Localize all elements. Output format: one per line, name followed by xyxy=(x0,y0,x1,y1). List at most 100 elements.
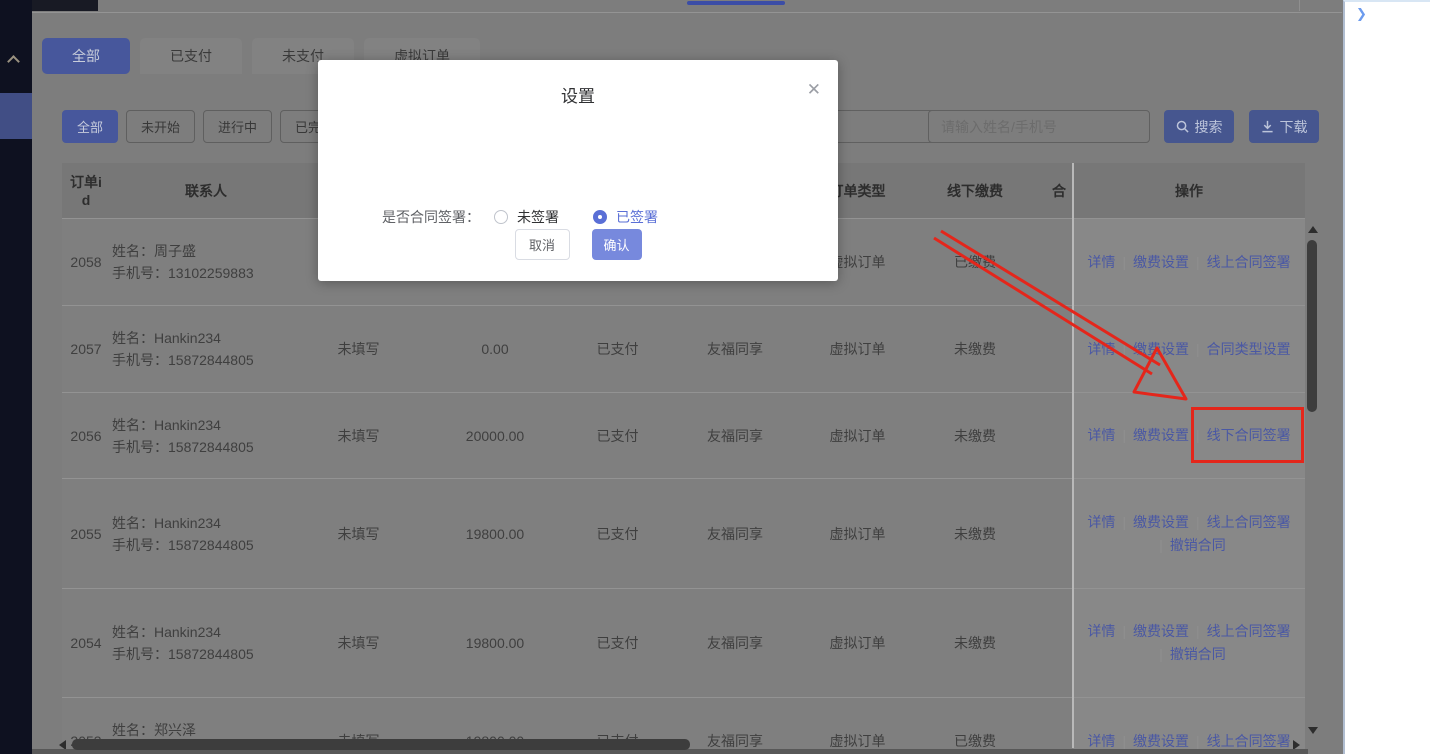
cell-contract xyxy=(1045,219,1073,305)
order-tab-0[interactable]: 全部 xyxy=(42,38,130,74)
search-button-label: 搜索 xyxy=(1195,117,1223,137)
action-separator: | xyxy=(1196,427,1200,443)
cell-source: 友福同享 xyxy=(660,306,810,392)
vertical-scrollbar-thumb[interactable] xyxy=(1307,240,1317,412)
sidebar-active-item[interactable] xyxy=(0,93,32,139)
table-row-2055: 2055姓名：Hankin234手机号：15872844805未填写19800.… xyxy=(62,478,1305,588)
cell-actions: 详情|缴费设置|线上合同签署 xyxy=(1073,219,1305,305)
download-button[interactable]: 下载 xyxy=(1249,110,1319,143)
cell-filled: 未填写 xyxy=(302,306,415,392)
action-separator: | xyxy=(1196,623,1200,639)
cell-source: 友福同享 xyxy=(660,589,810,697)
download-icon xyxy=(1261,120,1274,133)
table-body: 2058姓名：周子盛手机号：13102259883虚拟订单已缴费详情|缴费设置|… xyxy=(62,218,1305,754)
action-separator: | xyxy=(1159,646,1163,662)
cell-amount: 19800.00 xyxy=(415,589,575,697)
action-link-缴费设置[interactable]: 缴费设置 xyxy=(1133,341,1189,357)
action-link-合同类型设置[interactable]: 合同类型设置 xyxy=(1207,341,1291,357)
action-link-详情[interactable]: 详情 xyxy=(1087,514,1115,530)
app-window: 全部已支付未支付虚拟订单 全部未开始进行中已完成 搜索 下载 订单id联系人订单… xyxy=(0,0,1430,754)
cell-pay_status: 已支付 xyxy=(575,393,660,478)
action-link-详情[interactable]: 详情 xyxy=(1087,733,1115,749)
cell-offline_pay: 未缴费 xyxy=(905,479,1045,588)
action-link-线上合同签署[interactable]: 线上合同签署 xyxy=(1207,733,1291,749)
action-link-详情[interactable]: 详情 xyxy=(1087,341,1115,357)
status-filter-2[interactable]: 进行中 xyxy=(203,110,272,143)
close-icon[interactable]: ✕ xyxy=(807,81,821,98)
action-link-详情[interactable]: 详情 xyxy=(1087,254,1115,270)
cancel-button[interactable]: 取消 xyxy=(515,229,570,260)
cell-order-id: 2057 xyxy=(62,306,110,392)
cell-source: 友福同享 xyxy=(660,479,810,588)
cell-source: 友福同享 xyxy=(660,393,810,478)
action-separator: | xyxy=(1122,427,1126,443)
radio-circle-icon xyxy=(593,210,607,224)
column-header-7: 线下缴费 xyxy=(905,163,1045,218)
cell-order_type: 虚拟订单 xyxy=(810,306,905,392)
cell-order-id: 2054 xyxy=(62,589,110,697)
action-link-缴费设置[interactable]: 缴费设置 xyxy=(1133,623,1189,639)
cell-order_type: 虚拟订单 xyxy=(810,393,905,478)
cell-offline_pay: 未缴费 xyxy=(905,393,1045,478)
cell-offline_pay: 已缴费 xyxy=(905,219,1045,305)
radio-option-1[interactable]: 已签署 xyxy=(593,207,658,227)
action-separator: | xyxy=(1196,341,1200,357)
sidebar xyxy=(0,0,32,754)
action-separator: | xyxy=(1122,623,1126,639)
horizontal-scrollbar-thumb[interactable] xyxy=(72,739,690,750)
table-row-2054: 2054姓名：Hankin234手机号：15872844805未填写19800.… xyxy=(62,588,1305,697)
cell-order-id: 2058 xyxy=(62,219,110,305)
search-input[interactable] xyxy=(928,110,1150,143)
radio-label: 已签署 xyxy=(616,207,658,227)
collapse-chevron-up-icon[interactable] xyxy=(7,55,20,68)
action-link-缴费设置[interactable]: 缴费设置 xyxy=(1133,514,1189,530)
search-icon xyxy=(1176,120,1189,133)
settings-modal: 设置 ✕ 是否合同签署： 未签署已签署 取消 确认 xyxy=(318,60,838,281)
confirm-button[interactable]: 确认 xyxy=(592,229,642,260)
cell-order_type: 虚拟订单 xyxy=(810,479,905,588)
radio-option-0[interactable]: 未签署 xyxy=(494,207,559,227)
vertical-scroll-up-arrow[interactable] xyxy=(1308,226,1318,233)
cell-order_type: 虚拟订单 xyxy=(810,589,905,697)
order-tab-1[interactable]: 已支付 xyxy=(140,38,242,74)
cell-contract xyxy=(1045,393,1073,478)
download-button-label: 下载 xyxy=(1280,117,1308,137)
top-dark-corner xyxy=(32,0,98,11)
action-separator: | xyxy=(1196,733,1200,749)
action-link-线上合同签署[interactable]: 线上合同签署 xyxy=(1207,623,1291,639)
action-link-撤销合同[interactable]: 撤销合同 xyxy=(1170,646,1226,662)
action-link-撤销合同[interactable]: 撤销合同 xyxy=(1170,537,1226,553)
action-separator: | xyxy=(1122,733,1126,749)
cell-order_type: 虚拟订单 xyxy=(810,698,905,754)
active-tab-underline xyxy=(687,1,785,5)
vertical-scroll-down-arrow[interactable] xyxy=(1308,727,1318,734)
action-separator: | xyxy=(1196,254,1200,270)
cell-contact: 姓名：周子盛手机号：13102259883 xyxy=(110,219,302,305)
action-link-详情[interactable]: 详情 xyxy=(1087,427,1115,443)
action-link-线上合同签署[interactable]: 线上合同签署 xyxy=(1207,514,1291,530)
cell-contract xyxy=(1045,479,1073,588)
cell-contact: 姓名：Hankin234手机号：15872844805 xyxy=(110,393,302,478)
action-link-缴费设置[interactable]: 缴费设置 xyxy=(1133,254,1189,270)
column-header-1: 联系人 xyxy=(110,163,302,218)
cell-contact: 姓名：Hankin234手机号：15872844805 xyxy=(110,306,302,392)
action-link-缴费设置[interactable]: 缴费设置 xyxy=(1133,733,1189,749)
chevron-right-icon[interactable]: ❯ xyxy=(1356,6,1367,22)
cell-pay_status: 已支付 xyxy=(575,589,660,697)
status-filter-0[interactable]: 全部 xyxy=(62,110,118,143)
action-link-线上合同签署[interactable]: 线上合同签署 xyxy=(1207,254,1291,270)
cell-contract xyxy=(1045,306,1073,392)
action-link-缴费设置[interactable]: 缴费设置 xyxy=(1133,427,1189,443)
cell-contact: 姓名：Hankin234手机号：15872844805 xyxy=(110,589,302,697)
search-button[interactable]: 搜索 xyxy=(1164,110,1234,143)
cell-actions: 详情 | 缴费设置 | 线上合同签署 xyxy=(1073,698,1305,754)
action-link-详情[interactable]: 详情 xyxy=(1087,623,1115,639)
fixed-column-divider xyxy=(1072,163,1074,748)
radio-circle-icon xyxy=(494,210,508,224)
cell-contract xyxy=(1045,589,1073,697)
cell-filled: 未填写 xyxy=(302,479,415,588)
modal-footer: 取消 确认 xyxy=(318,229,838,260)
contract-sign-field: 是否合同签署： 未签署已签署 xyxy=(382,207,692,227)
status-filter-1[interactable]: 未开始 xyxy=(126,110,195,143)
action-link-线下合同签署[interactable]: 线下合同签署 xyxy=(1207,427,1291,443)
